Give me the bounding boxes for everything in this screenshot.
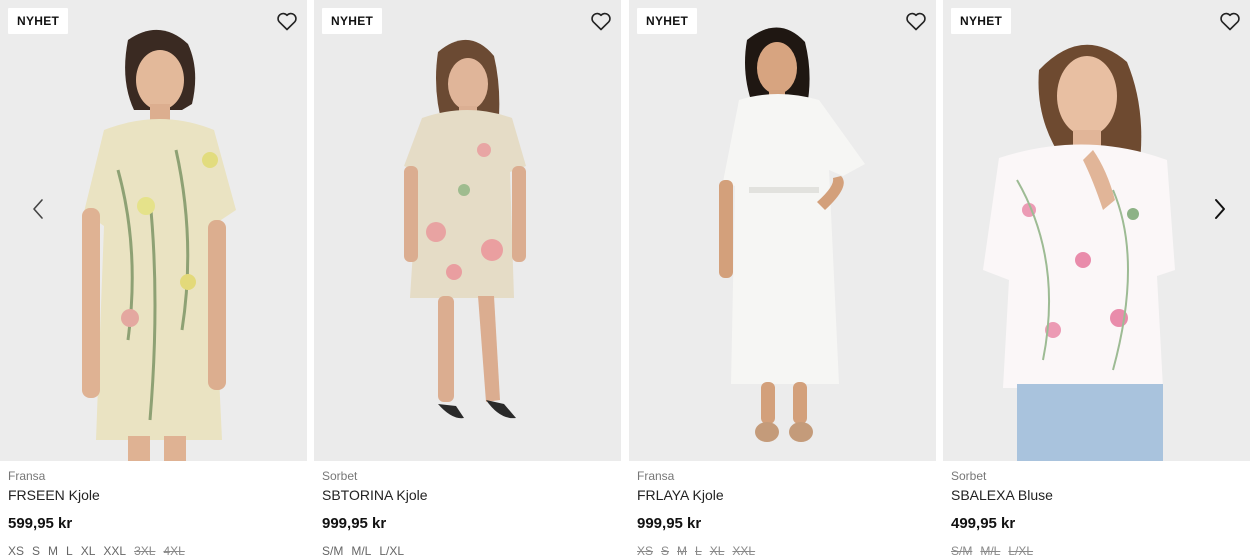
size-option[interactable]: L bbox=[66, 544, 73, 558]
size-list: S/M M/L L/XL bbox=[322, 544, 617, 558]
size-option: XL bbox=[709, 544, 725, 558]
size-list: S/M M/L L/XL bbox=[951, 544, 1246, 558]
product-name[interactable]: FRLAYA Kjole bbox=[637, 486, 932, 504]
heart-icon[interactable] bbox=[904, 9, 928, 33]
heart-icon[interactable] bbox=[589, 9, 613, 33]
heart-icon[interactable] bbox=[1218, 9, 1242, 33]
new-badge: NYHET bbox=[322, 8, 383, 34]
product-carousel: NYHET Fransa FRSEEN Kjole 599,95 kr XS S M… bbox=[0, 0, 1250, 560]
new-badge: NYHET bbox=[8, 8, 69, 34]
size-option: S/M bbox=[951, 544, 973, 558]
product-image[interactable]: NYHET bbox=[943, 0, 1250, 461]
size-option: XXL bbox=[732, 544, 756, 558]
product-brand: Fransa bbox=[8, 469, 46, 483]
product-card[interactable]: NYHET Sorbet SBALEXA Bluse 499,95 kr S/M… bbox=[943, 0, 1250, 560]
product-brand: Sorbet bbox=[951, 469, 987, 483]
size-list: XS S M L XL XXL bbox=[637, 544, 932, 558]
size-option: 3XL bbox=[134, 544, 156, 558]
size-option: L/XL bbox=[1008, 544, 1034, 558]
size-option[interactable]: S bbox=[32, 544, 40, 558]
product-image[interactable]: NYHET bbox=[314, 0, 621, 461]
size-option: L bbox=[695, 544, 702, 558]
size-option[interactable]: M bbox=[48, 544, 58, 558]
new-badge: NYHET bbox=[637, 8, 698, 34]
product-brand: Sorbet bbox=[322, 469, 358, 483]
product-card[interactable]: NYHET Fransa FRLAYA Kjole 999,95 kr XS S M… bbox=[629, 0, 936, 560]
product-info: Fransa FRLAYA Kjole 999,95 kr XS S M L XL XXL bbox=[637, 469, 932, 558]
product-info: Sorbet SBALEXA Bluse 499,95 kr S/M M/L L/X… bbox=[951, 469, 1246, 558]
new-badge: NYHET bbox=[951, 8, 1012, 34]
product-image[interactable]: NYHET bbox=[0, 0, 307, 461]
size-option[interactable]: L/XL bbox=[379, 544, 404, 558]
size-option: M/L bbox=[980, 544, 1001, 558]
carousel-next-button[interactable] bbox=[1205, 189, 1235, 229]
heart-icon[interactable] bbox=[275, 9, 299, 33]
carousel-prev-button[interactable] bbox=[23, 189, 53, 229]
size-option[interactable]: XS bbox=[8, 544, 24, 558]
product-info: Fransa FRSEEN Kjole 599,95 kr XS S M L XL XXL… bbox=[8, 469, 303, 558]
size-list: XS S M L XL XXL 3XL 4XL bbox=[8, 544, 303, 558]
product-brand: Fransa bbox=[637, 469, 675, 483]
product-image[interactable]: NYHET bbox=[629, 0, 936, 461]
chevron-left-icon bbox=[33, 199, 43, 219]
product-name[interactable]: FRSEEN Kjole bbox=[8, 486, 303, 504]
size-option: S bbox=[661, 544, 670, 558]
product-card[interactable]: NYHET Fransa FRSEEN Kjole 599,95 kr XS S M… bbox=[0, 0, 307, 560]
product-card[interactable]: NYHET Sorbet SBTORINA Kjole 999,95 kr S/… bbox=[314, 0, 621, 560]
product-price: 599,95 kr bbox=[8, 515, 73, 532]
size-option[interactable]: XL bbox=[81, 544, 96, 558]
size-option[interactable]: XXL bbox=[103, 544, 126, 558]
product-info: Sorbet SBTORINA Kjole 999,95 kr S/M M/L L/… bbox=[322, 469, 617, 558]
size-option: M bbox=[677, 544, 688, 558]
product-price: 999,95 kr bbox=[637, 515, 702, 532]
size-option[interactable]: M/L bbox=[351, 544, 371, 558]
product-name[interactable]: SBTORINA Kjole bbox=[322, 486, 617, 504]
product-price: 499,95 kr bbox=[951, 515, 1016, 532]
size-option: XS bbox=[637, 544, 654, 558]
product-name[interactable]: SBALEXA Bluse bbox=[951, 486, 1246, 504]
size-option: 4XL bbox=[163, 544, 185, 558]
size-option[interactable]: S/M bbox=[322, 544, 343, 558]
chevron-right-icon bbox=[1215, 199, 1225, 219]
product-price: 999,95 kr bbox=[322, 515, 387, 532]
